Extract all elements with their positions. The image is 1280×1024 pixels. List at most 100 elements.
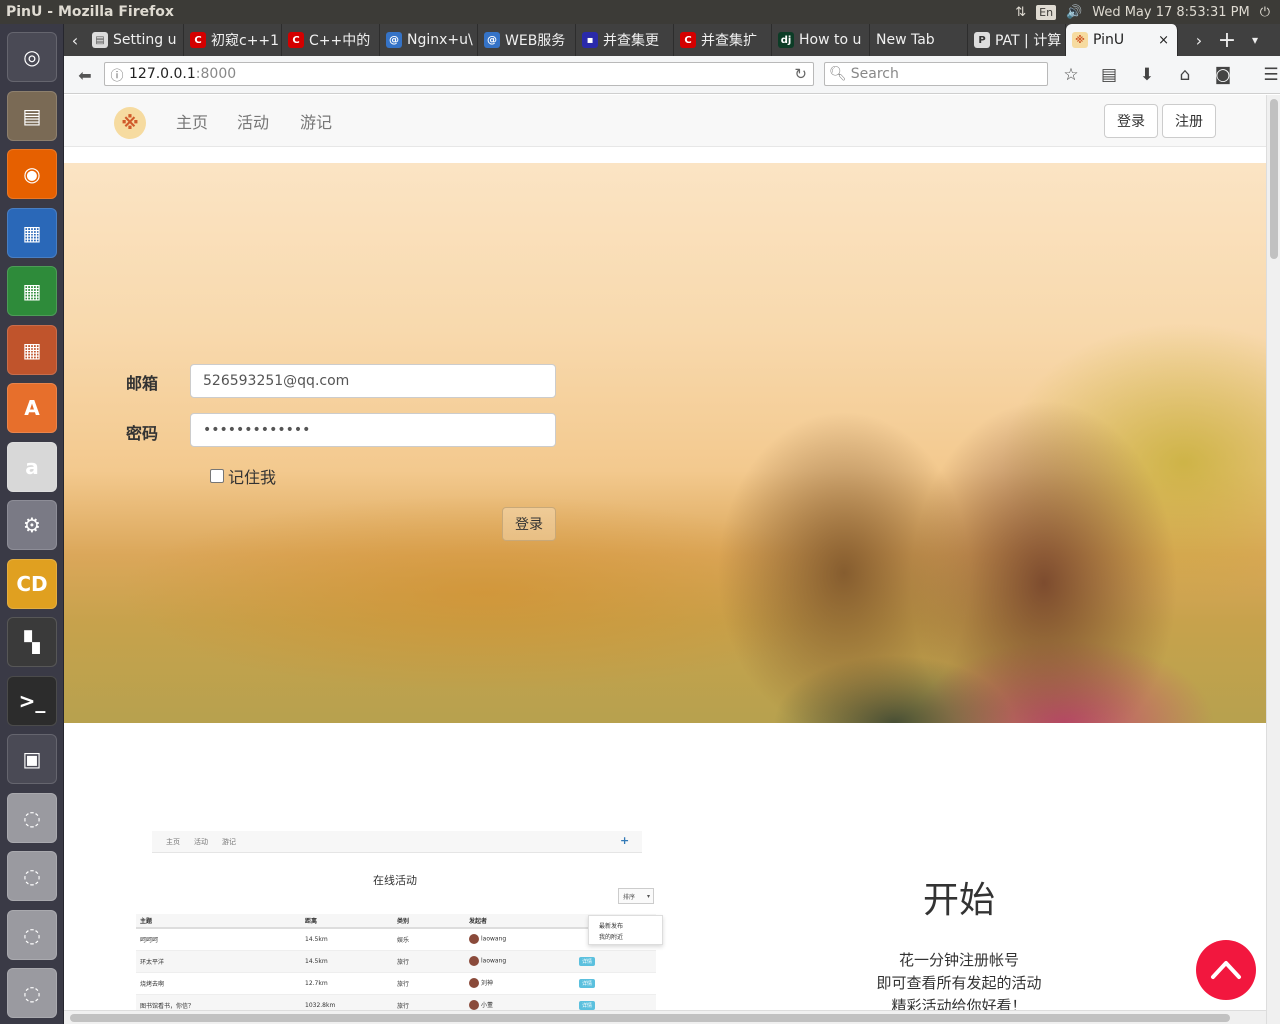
browser-tab[interactable]: New Tab (870, 24, 968, 56)
pocket-icon[interactable]: ◙ (1210, 62, 1236, 88)
nav-link-activities[interactable]: 活动 (237, 109, 269, 133)
avatar (469, 934, 479, 945)
preview-table-cell: 旅行 (393, 950, 465, 973)
home-icon[interactable]: ⌂ (1172, 62, 1198, 88)
preview-table-cell: 旅行 (393, 972, 465, 995)
workspace-switcher-icon[interactable]: ▣ (7, 734, 57, 784)
terminal-icon[interactable]: >_ (7, 675, 57, 726)
reading-list-icon[interactable]: ▤ (1096, 62, 1122, 88)
reload-icon[interactable]: ↻ (794, 65, 807, 83)
browser-tab[interactable]: ▪ 并查集更 (576, 24, 674, 56)
pinu-favicon-icon: ※ (1072, 32, 1088, 48)
remember-me[interactable]: 记住我 (210, 464, 276, 488)
horizontal-scrollbar-thumb[interactable] (70, 1014, 1230, 1022)
preview-col-topic: 主题 (136, 914, 301, 929)
tab-favicon-icon: ▪ (582, 32, 598, 48)
tab-list-dropdown-icon[interactable]: ▾ (1244, 24, 1266, 56)
browser-tab[interactable]: C 并查集扩 (674, 24, 772, 56)
close-tab-icon[interactable]: × (1158, 33, 1169, 48)
browser-tab[interactable]: @ WEB服务 (478, 24, 576, 56)
new-tab-icon[interactable]: + (1210, 24, 1244, 56)
browser-tab[interactable]: P PAT | 计算 (968, 24, 1066, 56)
impress-icon[interactable]: ▦ (7, 324, 57, 375)
workspaces-icon[interactable]: ▚ (7, 617, 57, 667)
chevron-down-icon: ▾ (646, 892, 650, 900)
preview-header: 主页 活动 游记 (152, 831, 642, 853)
amazon-icon[interactable]: a (7, 441, 57, 492)
firefox-nav-bar: ⬅ ⓘ 127.0.0.1:8000 ↻ 🔍︎ Search ☆ ▤ ⬇ ⌂ ◙… (64, 56, 1280, 94)
preview-table-cell: 14.5km (301, 928, 393, 951)
login-submit-button[interactable]: 登录 (502, 507, 556, 541)
url-bar[interactable]: ⓘ 127.0.0.1:8000 ↻ (104, 62, 814, 86)
tab-favicon-icon: C (288, 32, 304, 48)
tab-favicon-icon: dj (778, 32, 794, 48)
remember-me-checkbox[interactable] (210, 469, 224, 483)
trash-icon[interactable]: ◌ (7, 968, 57, 1018)
browser-tab[interactable]: ▤ Setting u (86, 24, 184, 56)
tab-scroll-right-icon[interactable]: › (1188, 24, 1210, 56)
panel-indicators: ⇅ En 🔊 Wed May 17 8:53:31 PM ⏻ (1015, 4, 1270, 20)
header-register-button[interactable]: 注册 (1162, 104, 1216, 138)
preview-nav-travelogue: 游记 (222, 837, 236, 846)
system-settings-icon[interactable]: ⚙ (7, 500, 57, 550)
preview-detail-badge: 详情 (579, 956, 596, 966)
tab-scroll-left-icon[interactable]: ‹ (64, 24, 86, 56)
tab-favicon-icon: @ (484, 32, 500, 48)
keyboard-layout-indicator[interactable]: En (1036, 4, 1057, 20)
preview-title: 在线活动 (373, 874, 417, 887)
search-placeholder: Search (850, 66, 899, 82)
browser-tab[interactable]: C C++中的 (282, 24, 380, 56)
preview-organizer-name: laowang (481, 957, 507, 965)
preview-table-cell: 详情 (575, 950, 656, 973)
back-to-top-button[interactable] (1196, 940, 1256, 1000)
tab-pinu-active[interactable]: ※ PinU × (1066, 24, 1178, 56)
nav-link-travelogue[interactable]: 游记 (300, 109, 332, 133)
browser-tab[interactable]: C 初窥c++1 (184, 24, 282, 56)
files-icon[interactable]: ▤ (7, 90, 57, 141)
nav-link-home[interactable]: 主页 (176, 109, 208, 133)
browser-tab[interactable]: @ Nginx+u\ (380, 24, 478, 56)
horizontal-scrollbar[interactable] (64, 1010, 1266, 1024)
activity-preview-screenshot: 主页 活动 游记 + 在线活动 排序 ▾ 主题 距离 类别 发起者 呵呵呵 14.5… (136, 831, 664, 1017)
email-field[interactable]: 526593251@qq.com (190, 364, 556, 398)
tab-favicon-icon: @ (386, 32, 402, 48)
calc-icon[interactable]: ▦ (7, 266, 57, 316)
back-button-icon[interactable]: ⬅ (72, 62, 98, 88)
preview-table-row: 烧烤去啊 12.7km 旅行 刘神 详情 (136, 972, 656, 995)
network-icon[interactable]: ⇅ (1015, 5, 1026, 20)
password-field[interactable]: ••••••••••••• (190, 413, 556, 447)
site-info-icon[interactable]: ⓘ (105, 65, 129, 84)
preview-detail-badge: 详情 (579, 1000, 596, 1010)
ubuntu-dash-icon[interactable]: ◎ (7, 32, 57, 82)
preview-organizer-name: laowang (481, 935, 507, 943)
pinu-logo-icon[interactable]: ※ (114, 107, 146, 139)
site-header: ※ 主页 活动 游记 登录 注册 (64, 95, 1266, 147)
ubuntu-launcher: ◎ ▤ ◉ ▦ ▦ ▦ Aa ⚙ CD ▚ >_ ▣ ◌ ◌ ◌ ◌ (0, 24, 64, 1024)
power-icon[interactable]: ⏻ (1260, 5, 1270, 20)
header-login-button[interactable]: 登录 (1104, 104, 1158, 138)
writer-icon[interactable]: ▦ (7, 207, 57, 258)
volume-icon[interactable]: 🔊 (1066, 5, 1082, 20)
software-center-icon[interactable]: A (7, 383, 57, 433)
clock[interactable]: Wed May 17 8:53:31 PM (1092, 5, 1249, 20)
email-label: 邮箱 (126, 374, 159, 393)
drive-icon-1[interactable]: ◌ (7, 792, 57, 843)
menu-icon[interactable]: ☰ (1258, 62, 1280, 88)
downloads-icon[interactable]: ⬇ (1134, 62, 1160, 88)
preview-sort-dropdown: 最新发布 我的附近 (588, 915, 663, 945)
preview-table-cell: 呵呵呵 (136, 928, 301, 951)
tab-list: ▤ Setting u C 初窥c++1 C C++中的 @ Nginx+u\ @ WEB服务 ▪ 并… (86, 24, 1066, 56)
search-input[interactable]: 🔍︎ Search (824, 62, 1048, 86)
drive-icon-2[interactable]: ◌ (7, 851, 57, 901)
cd-icon[interactable]: CD (7, 558, 57, 609)
tab-label: Setting u (113, 32, 177, 48)
bookmark-star-icon[interactable]: ☆ (1058, 62, 1084, 88)
vertical-scrollbar[interactable] (1266, 95, 1280, 1024)
preview-table-row: 呵呵呵 14.5km 娱乐 laowang (136, 928, 656, 951)
firefox-icon[interactable]: ◉ (7, 149, 57, 199)
search-icon: 🔍︎ (829, 66, 847, 82)
vertical-scrollbar-thumb[interactable] (1270, 99, 1278, 259)
preview-detail-badge: 详情 (579, 978, 596, 988)
browser-tab[interactable]: dj How to u (772, 24, 870, 56)
drive-icon-3[interactable]: ◌ (7, 909, 57, 960)
